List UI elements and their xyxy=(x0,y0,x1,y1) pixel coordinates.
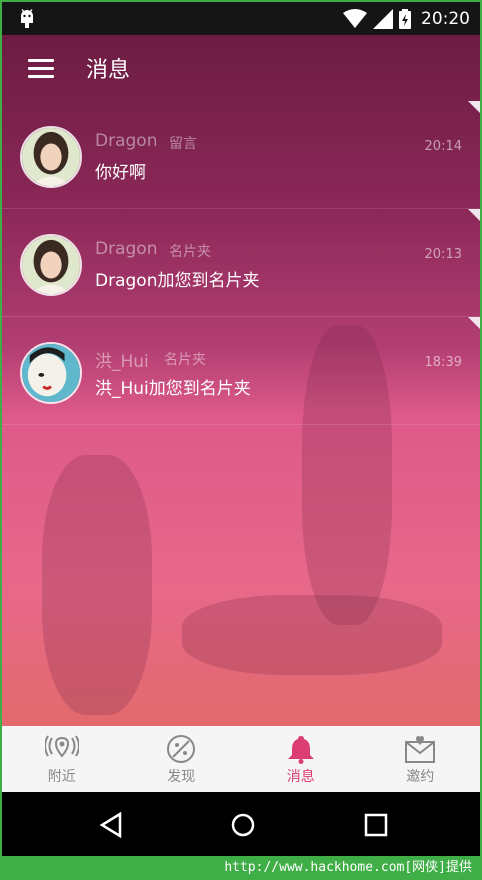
discover-compass-icon xyxy=(167,735,196,763)
avatar[interactable] xyxy=(20,234,82,296)
background-figure xyxy=(42,455,152,715)
message-type-tag: 名片夹 xyxy=(164,352,206,368)
system-nav-bar xyxy=(2,792,480,856)
sender-name: 洪_Hui xyxy=(95,352,149,372)
watermark-footer: http://www.hackhome.com[网侠]提供 xyxy=(0,856,482,880)
tab-discover[interactable]: 发现 xyxy=(122,726,242,792)
corner-fold-icon xyxy=(468,209,480,221)
corner-fold-icon xyxy=(468,317,480,329)
tab-label: 消息 xyxy=(286,769,315,785)
sender-name: Dragon xyxy=(95,239,158,259)
message-text: Dragon加您到名片夹 xyxy=(95,271,260,291)
phone-screen: 20:20 消息 Dragon 留言 你好啊 20:14 Dragon 名片夹 … xyxy=(0,0,482,856)
clock: 20:20 xyxy=(421,9,470,29)
app-toolbar: 消息 xyxy=(2,35,480,101)
sender-name: Dragon xyxy=(95,131,158,151)
message-item[interactable]: Dragon 名片夹 Dragon加您到名片夹 20:13 xyxy=(2,209,480,317)
message-type-tag: 留言 xyxy=(169,136,197,152)
background-crowd xyxy=(182,595,442,675)
signal-icon xyxy=(373,9,393,29)
tab-nearby[interactable]: 附近 xyxy=(2,726,122,792)
recents-icon[interactable] xyxy=(361,810,391,840)
corner-fold-icon xyxy=(468,101,480,113)
message-content: 消息 Dragon 留言 你好啊 20:14 Dragon 名片夹 Dragon… xyxy=(2,35,480,726)
android-notification-icon xyxy=(21,9,33,28)
tab-label: 发现 xyxy=(167,769,196,785)
message-time: 20:14 xyxy=(424,139,462,154)
message-type-tag: 名片夹 xyxy=(169,244,211,260)
battery-icon xyxy=(399,9,411,29)
home-icon[interactable] xyxy=(228,810,258,840)
message-text: 洪_Hui加您到名片夹 xyxy=(95,379,251,399)
avatar[interactable] xyxy=(20,126,82,188)
nearby-radar-icon xyxy=(44,735,79,758)
message-time: 18:39 xyxy=(424,355,462,370)
message-time: 20:13 xyxy=(424,247,462,262)
invite-envelope-icon xyxy=(405,736,436,763)
tab-label: 附近 xyxy=(47,769,76,785)
tab-invite[interactable]: 邀约 xyxy=(361,726,481,792)
status-bar: 20:20 xyxy=(2,2,480,35)
message-item[interactable]: 洪_Hui 名片夹 洪_Hui加您到名片夹 18:39 xyxy=(2,317,480,425)
back-icon[interactable] xyxy=(96,810,126,840)
message-text: 你好啊 xyxy=(95,163,146,183)
wifi-icon xyxy=(343,9,367,28)
tab-messages[interactable]: 消息 xyxy=(241,726,361,792)
page-title: 消息 xyxy=(86,58,131,83)
avatar[interactable] xyxy=(20,342,82,404)
tab-label: 邀约 xyxy=(406,769,435,785)
bell-icon xyxy=(287,736,314,764)
bottom-tab-bar: 附近 发现 消息 邀约 xyxy=(2,726,480,792)
hamburger-menu-icon[interactable] xyxy=(28,59,54,79)
message-item[interactable]: Dragon 留言 你好啊 20:14 xyxy=(2,101,480,209)
